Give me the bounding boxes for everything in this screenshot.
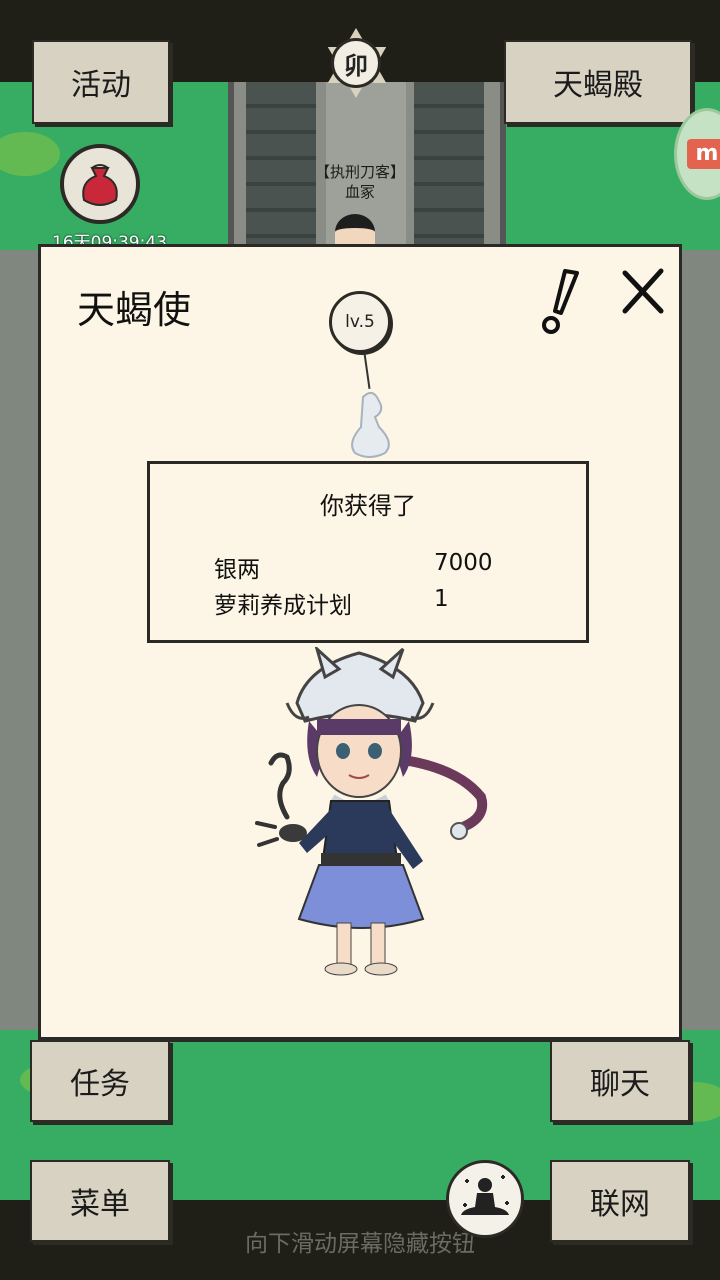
meditation-icon (461, 1175, 509, 1215)
seal-glyph: 卯 (344, 51, 368, 80)
bag-icon (82, 164, 118, 206)
activity-label: 活动 (71, 68, 131, 103)
bush (0, 132, 60, 176)
scorpion-envoy-character (255, 647, 488, 976)
temple-label: 天蝎殿 (553, 68, 643, 103)
network-label: 联网 (590, 1187, 650, 1222)
temple-button[interactable]: 天蝎殿 (504, 40, 692, 124)
right-wall (678, 250, 720, 1030)
task-label: 任务 (70, 1067, 130, 1102)
reward-dialog: 天蝎使 lv.5 你获得了 银两 7000 萝莉养成计划 1 (38, 244, 682, 1040)
chat-button[interactable]: 聊天 (550, 1040, 690, 1122)
dialog-title: 天蝎使 (77, 288, 192, 332)
npc-title: 【执刑刀客】 (314, 163, 405, 181)
menu-label: 菜单 (70, 1187, 130, 1222)
npc-label: 【执刑刀客】 血冢 (290, 162, 430, 202)
level-string (363, 353, 371, 389)
reward-item-value: 7000 (434, 550, 493, 576)
reward-item-name: 银两 (214, 557, 260, 583)
npc-name: 血冢 (344, 183, 375, 201)
bag-pendant-icon (351, 391, 390, 458)
reward-item-value: 1 (434, 586, 449, 612)
reward-item-name: 萝莉养成计划 (214, 593, 352, 619)
reward-title: 你获得了 (320, 492, 416, 520)
close-icon[interactable] (619, 267, 667, 315)
task-button[interactable]: 任务 (30, 1040, 170, 1122)
mall-badge-label: m (687, 139, 720, 169)
info-icon[interactable] (535, 265, 587, 339)
hide-buttons-hint: 向下滑动屏幕隐藏按钮 (245, 1231, 475, 1257)
meditate-button[interactable] (446, 1160, 524, 1238)
hour-seal-icon[interactable]: 卯 (331, 38, 381, 88)
level-label: lv.5 (345, 312, 375, 332)
gift-bag-icon[interactable] (60, 144, 140, 224)
level-badge: lv.5 (329, 291, 391, 353)
reward-box: 你获得了 银两 7000 萝莉养成计划 1 (147, 461, 589, 643)
activity-button[interactable]: 活动 (32, 40, 170, 124)
chat-label: 聊天 (590, 1067, 650, 1102)
